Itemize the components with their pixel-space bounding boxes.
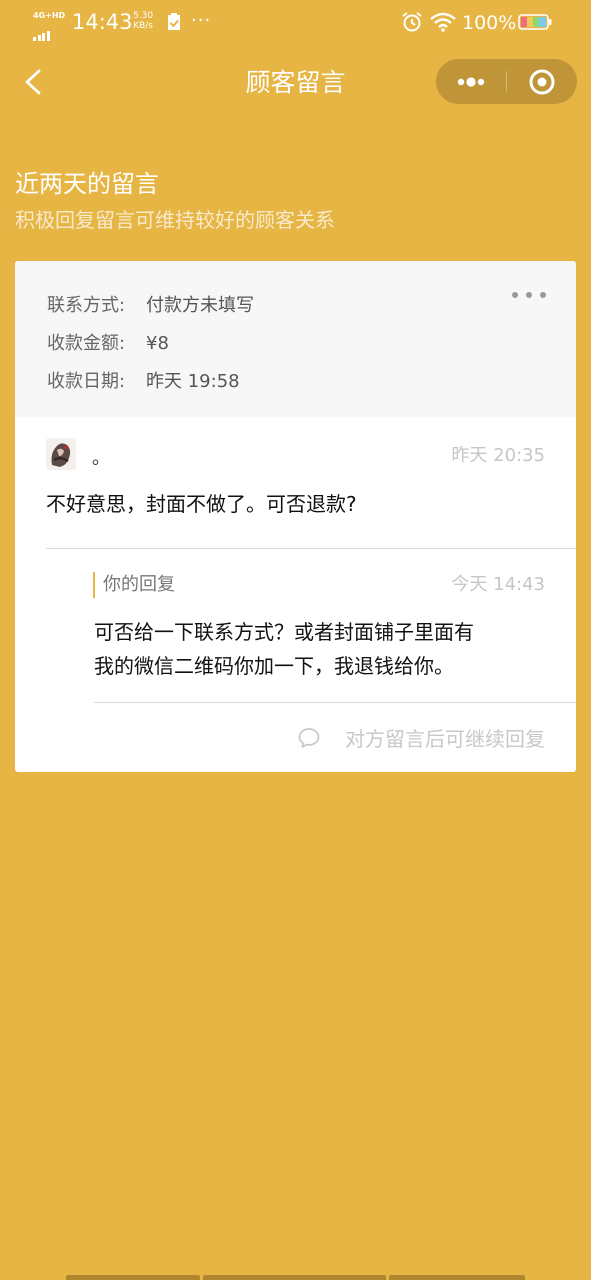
section-subheading: 积极回复留言可维持较好的顾客关系: [15, 208, 335, 232]
divider: [94, 702, 576, 703]
mini-program-capsule: [436, 59, 577, 104]
message-card: 联系方式: 付款方未填写 收款金额: ¥8 收款日期: 昨天 19:58 。 昨天 2…: [15, 261, 576, 772]
battery-icon: [518, 14, 552, 30]
continue-reply-hint: 对方留言后可继续回复: [345, 727, 545, 751]
amount-label: 收款金额:: [47, 333, 126, 354]
contact-value: 付款方未填写: [146, 295, 254, 316]
navigation-bar: 顾客留言: [0, 56, 591, 110]
date-value: 昨天 19:58: [146, 371, 240, 392]
section-heading: 近两天的留言: [15, 170, 159, 198]
status-bar: 4G+HD 14:43 5.30 KB/s ··· 100%: [0, 0, 591, 46]
target-circle-icon: [529, 69, 555, 95]
wifi-icon: [430, 12, 456, 32]
contact-row: 联系方式: 付款方未填写: [47, 293, 254, 319]
network-speed-value: 5.30: [133, 11, 154, 21]
avatar[interactable]: [46, 438, 76, 470]
checked-clipboard-icon: [168, 13, 180, 30]
alarm-clock-icon: [402, 12, 422, 32]
comment-bubble-icon: [298, 728, 320, 748]
customer-message-text: 不好意思，封面不做了。可否退款?: [46, 492, 357, 516]
reply-label: 你的回复: [93, 572, 175, 598]
order-info: 联系方式: 付款方未填写 收款金额: ¥8 收款日期: 昨天 19:58: [15, 261, 576, 417]
bottom-tab-segment: [203, 1275, 386, 1280]
date-label: 收款日期:: [47, 371, 126, 392]
amount-row: 收款金额: ¥8: [47, 331, 169, 357]
bottom-tab-segment: [389, 1275, 525, 1280]
reply-text-line-2: 我的微信二维码你加一下，我退钱给你。: [94, 654, 454, 678]
customer-name: 。: [92, 448, 110, 469]
reply-time: 今天 14:43: [451, 574, 545, 595]
amount-value: ¥8: [146, 333, 169, 354]
network-type: 4G+HD: [33, 11, 66, 20]
menu-button[interactable]: [436, 59, 506, 104]
notification-more-icon: ···: [191, 10, 212, 31]
card-more-button[interactable]: [509, 285, 549, 305]
battery-percent: 100%: [462, 12, 517, 34]
signal-icon: 4G+HD: [32, 11, 66, 41]
reply-text-line-1: 可否给一下联系方式？或者封面铺子里面有: [94, 620, 474, 644]
divider: [46, 548, 576, 549]
network-speed-unit: KB/s: [133, 21, 153, 31]
more-dots-icon: [457, 77, 485, 87]
network-speed: 5.30 KB/s: [133, 11, 153, 31]
avatar-image: [51, 443, 71, 467]
contact-label: 联系方式:: [47, 295, 126, 316]
close-mini-program-button[interactable]: [507, 59, 577, 104]
bottom-tab-segment: [66, 1275, 200, 1280]
status-time: 14:43: [72, 10, 133, 34]
customer-message-time: 昨天 20:35: [451, 445, 545, 466]
date-row: 收款日期: 昨天 19:58: [47, 369, 240, 395]
